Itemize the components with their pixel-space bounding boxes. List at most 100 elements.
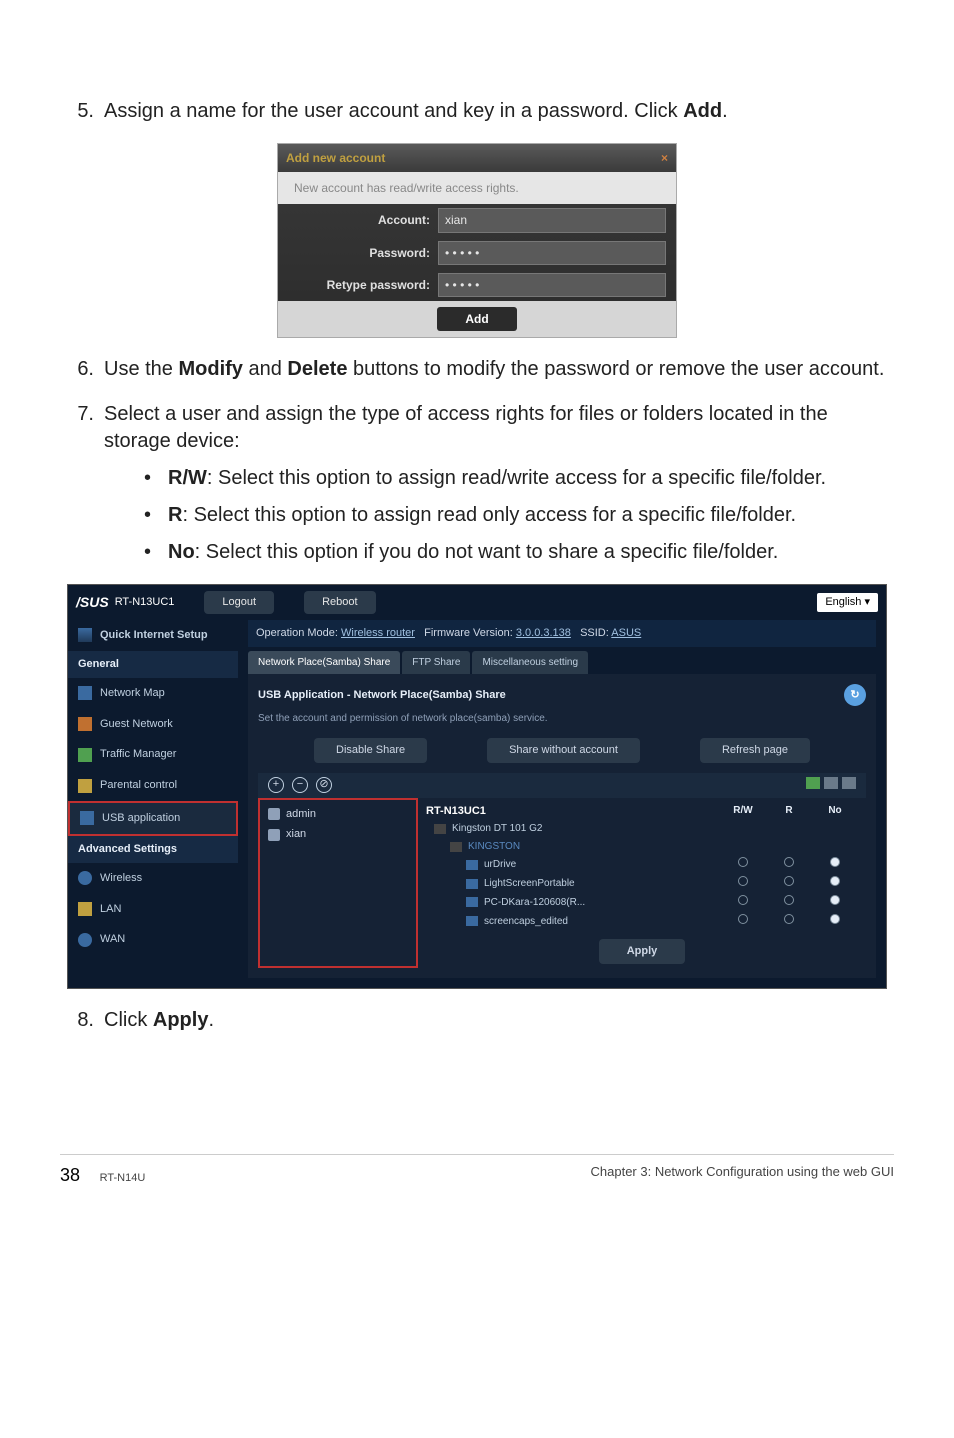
fw-link[interactable]: 3.0.0.3.138 — [516, 627, 571, 639]
add-user-icon[interactable]: + — [268, 777, 284, 793]
volume-icon — [450, 842, 462, 852]
block-user-icon[interactable]: ⊘ — [316, 777, 332, 793]
info-bar: Operation Mode: Wireless router Firmware… — [248, 620, 876, 647]
folder-row[interactable]: urDrive — [426, 855, 858, 874]
tab-samba[interactable]: Network Place(Samba) Share — [248, 651, 400, 675]
remove-user-icon[interactable]: − — [292, 777, 308, 793]
step-text: Click Apply. — [104, 1007, 894, 1034]
user-xian[interactable]: xian — [264, 824, 412, 845]
panel: USB Application - Network Place(Samba) S… — [248, 674, 876, 977]
rw-radio[interactable] — [738, 895, 748, 905]
close-icon[interactable]: × — [661, 150, 668, 166]
folder-row[interactable]: PC-DKara-120608(R... — [426, 893, 858, 912]
split-view: admin xian RT-N13UC1 R/W R No — [258, 798, 866, 968]
sidebar-item-lan[interactable]: LAN — [68, 894, 238, 925]
retype-input[interactable]: • • • • • — [438, 273, 666, 297]
folder-row[interactable]: screencaps_edited — [426, 912, 858, 931]
tab-misc[interactable]: Miscellaneous setting — [472, 651, 588, 675]
folder-edit-icon[interactable] — [842, 777, 856, 789]
refresh-page-button[interactable]: Refresh page — [700, 738, 810, 763]
step-text: Use the Modify and Delete buttons to mod… — [104, 356, 894, 383]
account-input[interactable]: xian — [438, 208, 666, 232]
rw-radio[interactable] — [738, 876, 748, 886]
globe-icon — [78, 933, 92, 947]
sidebar-item-traffic-manager[interactable]: Traffic Manager — [68, 739, 238, 770]
folder-row[interactable]: LightScreenPortable — [426, 874, 858, 893]
text: Assign a name for the user account and k… — [104, 100, 683, 122]
step-6: 6. Use the Modify and Delete buttons to … — [60, 356, 894, 383]
account-label: Account: — [288, 212, 438, 228]
disable-share-button[interactable]: Disable Share — [314, 738, 427, 763]
tab-ftp[interactable]: FTP Share — [402, 651, 470, 675]
text: Click — [104, 1009, 153, 1031]
bold: Modify — [178, 358, 242, 380]
opmode-link[interactable]: Wireless router — [341, 627, 415, 639]
text: . — [722, 100, 728, 122]
sidebar-item-guest-network[interactable]: Guest Network — [68, 709, 238, 740]
text: USB Application - Network Place(Samba) S… — [258, 688, 506, 703]
add-button[interactable]: Add — [437, 307, 516, 331]
step-number: 8. — [60, 1007, 104, 1034]
sidebar-item-network-map[interactable]: Network Map — [68, 678, 238, 709]
language-select[interactable]: English ▾ — [817, 593, 878, 612]
device-header: RT-N13UC1 — [426, 802, 720, 821]
usb-icon — [80, 811, 94, 825]
password-row: Password: • • • • • — [278, 237, 676, 269]
file-tree: Kingston DT 101 G2 KINGSTON urDrive Ligh… — [426, 820, 858, 930]
no-radio[interactable] — [830, 914, 840, 924]
page-footer: 38 RT-N14U Chapter 3: Network Configurat… — [60, 1154, 894, 1187]
toolbar: + − ⊘ — [258, 773, 866, 798]
rw-radio[interactable] — [738, 857, 748, 867]
sidebar-item-usb-application[interactable]: USB application — [68, 801, 238, 836]
sidebar: Quick Internet Setup General Network Map… — [68, 620, 238, 988]
user-admin[interactable]: admin — [264, 804, 412, 825]
step-number: 7. — [60, 401, 104, 566]
r-radio[interactable] — [784, 876, 794, 886]
text: Quick Internet Setup — [100, 628, 208, 643]
text: : Select this option if you do not want … — [195, 541, 779, 563]
list-item: R: Select this option to assign read onl… — [144, 502, 894, 529]
reboot-button[interactable]: Reboot — [304, 591, 375, 614]
apply-row: Apply — [426, 939, 858, 964]
wifi-icon — [78, 871, 92, 885]
tabs: Network Place(Samba) Share FTP Share Mis… — [248, 651, 876, 675]
sidebar-quick-setup[interactable]: Quick Internet Setup — [68, 620, 238, 651]
text: : Select this option to assign read/writ… — [207, 467, 826, 489]
ssid-link[interactable]: ASUS — [611, 627, 641, 639]
text: : Select this option to assign read only… — [182, 504, 796, 526]
text: admin — [286, 807, 316, 822]
volume-row[interactable]: KINGSTON — [426, 838, 858, 856]
text: Guest Network — [100, 717, 173, 732]
r-header: R — [766, 804, 812, 819]
chart-icon — [78, 748, 92, 762]
apply-button[interactable]: Apply — [599, 939, 686, 964]
folder-icon[interactable] — [824, 777, 838, 789]
no-radio[interactable] — [830, 876, 840, 886]
folder-add-icon[interactable] — [806, 777, 820, 789]
retype-label: Retype password: — [288, 277, 438, 293]
logout-button[interactable]: Logout — [204, 591, 274, 614]
share-without-account-button[interactable]: Share without account — [487, 738, 640, 763]
password-input[interactable]: • • • • • — [438, 241, 666, 265]
text: buttons to modify the password or remove… — [347, 358, 884, 380]
refresh-icon[interactable]: ↻ — [844, 684, 866, 706]
user-icon — [268, 829, 280, 841]
rw-radio[interactable] — [738, 914, 748, 924]
add-account-dialog: Add new account × New account has read/w… — [277, 143, 677, 338]
model-label: RT-N13UC1 — [115, 595, 175, 610]
r-radio[interactable] — [784, 857, 794, 867]
lock-icon — [78, 779, 92, 793]
no-radio[interactable] — [830, 857, 840, 867]
r-radio[interactable] — [784, 895, 794, 905]
sidebar-item-wan[interactable]: WAN — [68, 924, 238, 955]
text: KINGSTON — [468, 840, 858, 854]
drive-row[interactable]: Kingston DT 101 G2 — [426, 820, 858, 838]
dialog-title: Add new account — [286, 150, 385, 166]
r-radio[interactable] — [784, 914, 794, 924]
no-radio[interactable] — [830, 895, 840, 905]
step-8: 8. Click Apply. — [60, 1007, 894, 1034]
sidebar-item-parental-control[interactable]: Parental control — [68, 770, 238, 801]
step-number: 5. — [60, 98, 104, 125]
text: Kingston DT 101 G2 — [452, 822, 858, 836]
sidebar-item-wireless[interactable]: Wireless — [68, 863, 238, 894]
